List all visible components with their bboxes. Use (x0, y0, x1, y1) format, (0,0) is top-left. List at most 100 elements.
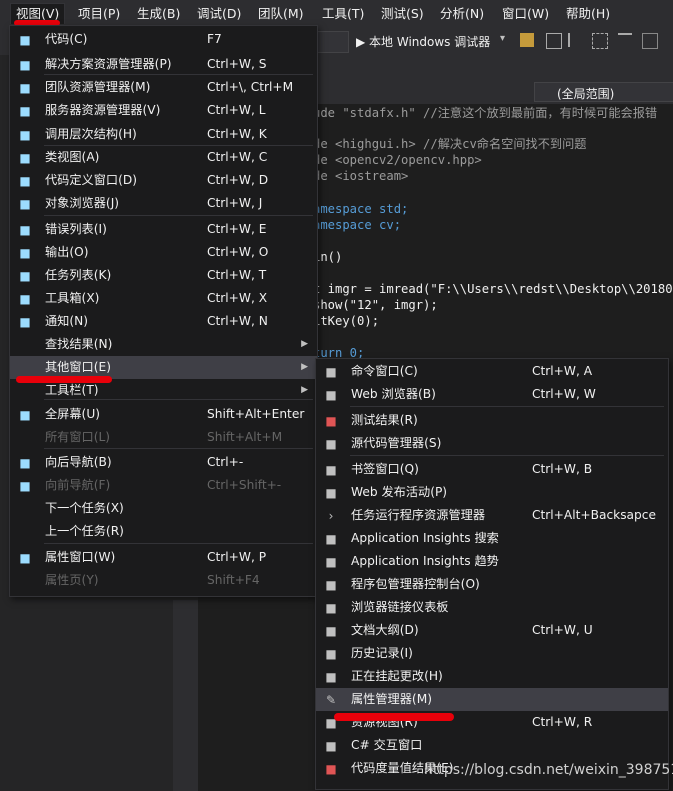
view-menu-item-0[interactable]: ■ 代码(C) F7 (10, 28, 317, 51)
menu-help[interactable]: 帮助(H) (566, 4, 610, 24)
other-windows-item-6[interactable]: › 任务运行程序资源管理器 Ctrl+Alt+Backsapce (316, 504, 668, 527)
view-menu-item-9[interactable]: ■ 输出(O) Ctrl+W, O (10, 241, 317, 264)
view-menu-item-7[interactable]: ■ 对象浏览器(J) Ctrl+W, J (10, 192, 317, 215)
view-menu-item-23[interactable]: 属性页(Y) Shift+F4 (10, 569, 317, 592)
menu-item-shortcut: Ctrl+W, C (207, 150, 268, 164)
code-text: amespace cv; (313, 218, 402, 232)
submenu-arrow-icon: ▶ (301, 339, 308, 349)
team-explorer-icon: ■ (19, 81, 31, 95)
menu-item-label: 命令窗口(C) (351, 364, 418, 378)
other-windows-item-16[interactable]: ■ C# 交互窗口 (316, 734, 668, 757)
other-windows-submenu: ■ 命令窗口(C) Ctrl+W, A ■ Web 浏览器(B) Ctrl+W, W ■ 测试… (315, 358, 669, 790)
annotation-underline-other-windows (16, 376, 112, 383)
tool-icon-6[interactable] (642, 33, 658, 49)
other-windows-item-14[interactable]: ✎ 属性管理器(M) (316, 688, 668, 711)
menu-item-shortcut: Ctrl+W, P (207, 550, 267, 564)
view-menu-item-10[interactable]: ■ 任务列表(K) Ctrl+W, T (10, 264, 317, 287)
notification-icon: ■ (19, 315, 31, 329)
other-windows-item-4[interactable]: ■ 书签窗口(Q) Ctrl+W, B (316, 458, 668, 481)
menu-test[interactable]: 测试(S) (381, 4, 424, 24)
view-menu-item-13[interactable]: 查找结果(N) ▶ (10, 333, 317, 356)
tool-icon-2[interactable] (546, 33, 562, 49)
other-windows-item-13[interactable]: ■ 正在挂起更改(H) (316, 665, 668, 688)
solution-platform-combo[interactable] (317, 31, 349, 53)
other-windows-item-9[interactable]: ■ 程序包管理器控制台(O) (316, 573, 668, 596)
other-windows-item-3[interactable]: ■ 源代码管理器(S) (316, 432, 668, 455)
other-windows-item-10[interactable]: ■ 浏览器链接仪表板 (316, 596, 668, 619)
left-panel-strip (173, 600, 198, 791)
menu-item-shortcut: Ctrl+W, T (207, 268, 267, 282)
server-explorer-icon: ■ (19, 104, 31, 118)
other-windows-item-5[interactable]: ■ Web 发布活动(P) (316, 481, 668, 504)
view-menu-item-1[interactable]: ■ 解决方案资源管理器(P) Ctrl+W, S (10, 53, 317, 76)
wrench-icon: ✎ (325, 693, 337, 707)
code-line: de <opencv2/opencv.hpp> (313, 152, 482, 168)
tool-icon-3[interactable] (568, 33, 584, 47)
code-text: amespace std; (313, 202, 409, 216)
scope-dropdown-value: (全局范围) (557, 87, 615, 101)
chevron-right-icon: › (328, 509, 334, 523)
menu-item-label: 代码(C) (45, 32, 88, 46)
menu-separator (350, 406, 664, 407)
view-menu-item-20[interactable]: 下一个任务(X) (10, 497, 317, 520)
view-menu-item-5[interactable]: ■ 类视图(A) Ctrl+W, C (10, 146, 317, 169)
view-menu-item-19[interactable]: ■ 向前导航(F) Ctrl+Shift+- (10, 474, 317, 497)
menu-project[interactable]: 项目(P) (78, 4, 120, 24)
menu-item-label: 所有窗口(L) (45, 430, 111, 444)
menu-item-label: 浏览器链接仪表板 (351, 600, 449, 614)
menu-window[interactable]: 窗口(W) (502, 4, 549, 24)
code-line: amespace cv; (313, 217, 401, 233)
menu-item-label: 正在挂起更改(H) (351, 669, 443, 683)
tool-icon-5[interactable] (618, 33, 632, 49)
other-windows-item-7[interactable]: ■ Application Insights 搜索 (316, 527, 668, 550)
other-windows-item-12[interactable]: ■ 历史记录(I) (316, 642, 668, 665)
menu-separator (44, 543, 313, 544)
view-menu-item-2[interactable]: ■ 团队资源管理器(M) Ctrl+\, Ctrl+M (10, 76, 317, 99)
menu-item-shortcut: Ctrl+- (207, 455, 244, 469)
menu-tools[interactable]: 工具(T) (322, 4, 364, 24)
start-debug-button[interactable]: ▶ 本地 Windows 调试器 (356, 33, 490, 50)
menu-item-label: 任务运行程序资源管理器 (351, 508, 486, 522)
view-menu-item-4[interactable]: ■ 调用层次结构(H) Ctrl+W, K (10, 123, 317, 146)
other-windows-item-2[interactable]: ■ 测试结果(R) (316, 409, 668, 432)
navigate-forward-icon: ■ (19, 479, 31, 493)
watermark: https://blog.csdn.net/weixin_39875161 (424, 762, 673, 778)
history-icon: ■ (325, 647, 337, 661)
debug-target-dropdown-icon[interactable]: ▾ (500, 33, 505, 44)
menu-item-shortcut: Ctrl+W, N (207, 314, 268, 328)
other-windows-item-1[interactable]: ■ Web 浏览器(B) Ctrl+W, W (316, 383, 668, 406)
submenu-arrow-icon: ▶ (301, 362, 308, 372)
menu-item-label: 属性窗口(W) (45, 550, 116, 564)
menu-team[interactable]: 团队(M) (258, 4, 304, 24)
view-menu-item-22[interactable]: ■ 属性窗口(W) Ctrl+W, P (10, 546, 317, 569)
view-menu-item-6[interactable]: ■ 代码定义窗口(D) Ctrl+W, D (10, 169, 317, 192)
menu-item-shortcut: Ctrl+W, W (532, 387, 596, 401)
menu-item-label: 属性页(Y) (45, 573, 99, 587)
tool-icon-4[interactable] (592, 33, 608, 49)
view-menu-item-12[interactable]: ■ 通知(N) Ctrl+W, N (10, 310, 317, 333)
view-menu-item-18[interactable]: ■ 向后导航(B) Ctrl+- (10, 451, 317, 474)
other-windows-item-11[interactable]: ■ 文档大纲(D) Ctrl+W, U (316, 619, 668, 642)
menu-item-shortcut: Ctrl+W, S (207, 57, 267, 71)
other-windows-item-0[interactable]: ■ 命令窗口(C) Ctrl+W, A (316, 360, 668, 383)
view-menu-item-11[interactable]: ■ 工具箱(X) Ctrl+W, X (10, 287, 317, 310)
insights-trend-icon: ■ (325, 555, 337, 569)
menu-item-shortcut: Ctrl+W, X (207, 291, 268, 305)
menu-item-shortcut: Ctrl+W, L (207, 103, 266, 117)
menu-build[interactable]: 生成(B) (137, 4, 180, 24)
menu-debug[interactable]: 调试(D) (197, 4, 241, 24)
fullscreen-icon: ■ (19, 408, 31, 422)
scope-dropdown[interactable]: (全局范围) (534, 82, 673, 102)
view-menu-item-8[interactable]: ■ 错误列表(I) Ctrl+W, E (10, 218, 317, 241)
other-windows-item-8[interactable]: ■ Application Insights 趋势 (316, 550, 668, 573)
view-menu-item-3[interactable]: ■ 服务器资源管理器(V) Ctrl+W, L (10, 99, 317, 122)
view-menu-item-17[interactable]: 所有窗口(L) Shift+Alt+M (10, 426, 317, 449)
menu-item-label: 历史记录(I) (351, 646, 413, 660)
code-definition-icon: ■ (19, 174, 31, 188)
menu-analyze[interactable]: 分析(N) (440, 4, 484, 24)
view-menu-item-16[interactable]: ■ 全屏幕(U) Shift+Alt+Enter (10, 403, 317, 426)
view-menu-item-21[interactable]: 上一个任务(R) (10, 520, 317, 543)
tool-icon-1[interactable] (520, 33, 534, 47)
code-text: de <highgui.h> //解决cv命名空间找不到问题 (313, 137, 587, 151)
menu-item-shortcut: Ctrl+Alt+Backsapce (532, 508, 656, 522)
